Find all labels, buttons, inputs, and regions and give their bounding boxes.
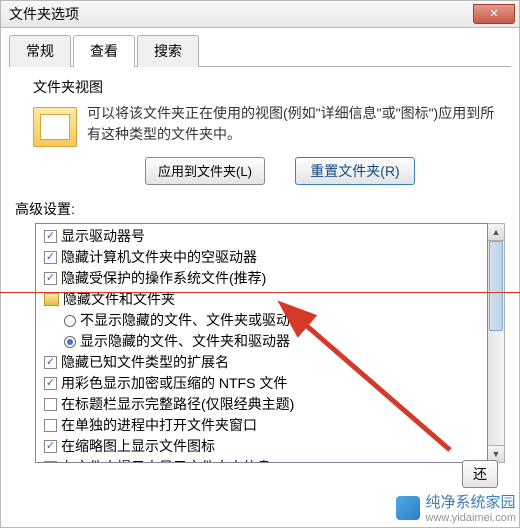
checkbox-icon[interactable] xyxy=(44,461,57,463)
tab-strip: 常规 查看 搜索 xyxy=(9,34,511,67)
folder-icon xyxy=(33,107,77,147)
tree-item-label: 显示隐藏的文件、文件夹和驱动器 xyxy=(80,331,290,352)
folder-view-row: 可以将该文件夹正在使用的视图(例如"详细信息"或"图标")应用到所有这种类型的文… xyxy=(15,103,505,147)
restore-defaults-button[interactable]: 还 xyxy=(462,460,498,488)
tree-item-label: 不显示隐藏的文件、文件夹或驱动器 xyxy=(80,310,304,331)
radio-icon[interactable] xyxy=(64,315,76,327)
scrollbar[interactable]: ▲ ▼ xyxy=(488,223,505,463)
checkbox-icon[interactable] xyxy=(44,272,57,285)
window-title: 文件夹选项 xyxy=(9,4,79,24)
scroll-thumb[interactable] xyxy=(489,241,503,331)
tree-item[interactable]: 隐藏受保护的操作系统文件(推荐) xyxy=(44,268,479,289)
titlebar: 文件夹选项 ✕ xyxy=(0,0,520,28)
tree-item-label: 隐藏受保护的操作系统文件(推荐) xyxy=(61,268,266,289)
tree-item[interactable]: 在缩略图上显示文件图标 xyxy=(44,436,479,457)
scroll-up-button[interactable]: ▲ xyxy=(488,224,504,241)
window-body: 常规 查看 搜索 文件夹视图 可以将该文件夹正在使用的视图(例如"详细信息"或"… xyxy=(0,28,520,528)
annotation-line xyxy=(0,292,520,293)
folder-icon xyxy=(44,293,59,306)
folder-view-title: 文件夹视图 xyxy=(15,77,505,97)
tree-item-label: 在缩略图上显示文件图标 xyxy=(61,436,215,457)
watermark: 纯净系统家园 www.yidaimei.com xyxy=(396,491,516,524)
tree-item[interactable]: 在文件夹提示中显示文件大小信息 xyxy=(44,457,479,463)
tab-search[interactable]: 搜索 xyxy=(137,35,199,67)
tree-item[interactable]: 显示隐藏的文件、文件夹和驱动器 xyxy=(44,331,479,352)
checkbox-icon[interactable] xyxy=(44,251,57,264)
checkbox-icon[interactable] xyxy=(44,377,57,390)
checkbox-icon[interactable] xyxy=(44,398,57,411)
advanced-settings-wrap: 显示驱动器号隐藏计算机文件夹中的空驱动器隐藏受保护的操作系统文件(推荐)隐藏文件… xyxy=(35,223,505,463)
tab-general[interactable]: 常规 xyxy=(9,35,71,67)
tree-item[interactable]: 用彩色显示加密或压缩的 NTFS 文件 xyxy=(44,373,479,394)
advanced-settings-tree[interactable]: 显示驱动器号隐藏计算机文件夹中的空驱动器隐藏受保护的操作系统文件(推荐)隐藏文件… xyxy=(35,223,488,463)
folder-view-desc: 可以将该文件夹正在使用的视图(例如"详细信息"或"图标")应用到所有这种类型的文… xyxy=(87,103,505,145)
tree-item-label: 隐藏已知文件类型的扩展名 xyxy=(61,352,229,373)
tree-item-label: 在文件夹提示中显示文件大小信息 xyxy=(61,457,271,463)
apply-to-folders-button[interactable]: 应用到文件夹(L) xyxy=(145,157,265,185)
tree-item-label: 隐藏计算机文件夹中的空驱动器 xyxy=(61,247,257,268)
tree-item[interactable]: 隐藏已知文件类型的扩展名 xyxy=(44,352,479,373)
tree-item-label: 显示驱动器号 xyxy=(61,226,145,247)
folder-view-buttons: 应用到文件夹(L) 重置文件夹(R) xyxy=(15,157,505,185)
close-button[interactable]: ✕ xyxy=(473,4,515,24)
tree-item[interactable]: 隐藏计算机文件夹中的空驱动器 xyxy=(44,247,479,268)
tab-content-view: 文件夹视图 可以将该文件夹正在使用的视图(例如"详细信息"或"图标")应用到所有… xyxy=(9,67,511,473)
advanced-settings-label: 高级设置: xyxy=(15,199,505,219)
watermark-logo-icon xyxy=(396,496,420,520)
tree-item[interactable]: 不显示隐藏的文件、文件夹或驱动器 xyxy=(44,310,479,331)
tree-item[interactable]: 在单独的进程中打开文件夹窗口 xyxy=(44,415,479,436)
tab-view[interactable]: 查看 xyxy=(73,35,135,67)
checkbox-icon[interactable] xyxy=(44,419,57,432)
scroll-track[interactable] xyxy=(488,241,504,445)
tree-item[interactable]: 在标题栏显示完整路径(仅限经典主题) xyxy=(44,394,479,415)
tree-item-label: 在标题栏显示完整路径(仅限经典主题) xyxy=(61,394,294,415)
close-icon: ✕ xyxy=(489,7,498,20)
checkbox-icon[interactable] xyxy=(44,230,57,243)
watermark-name: 纯净系统家园 xyxy=(426,491,516,512)
checkbox-icon[interactable] xyxy=(44,440,57,453)
radio-icon[interactable] xyxy=(64,336,76,348)
tree-item-label: 在单独的进程中打开文件夹窗口 xyxy=(61,415,257,436)
checkbox-icon[interactable] xyxy=(44,356,57,369)
tree-item-label: 用彩色显示加密或压缩的 NTFS 文件 xyxy=(61,373,287,394)
tree-item[interactable]: 显示驱动器号 xyxy=(44,226,479,247)
reset-folders-button[interactable]: 重置文件夹(R) xyxy=(295,157,415,185)
watermark-url: www.yidaimei.com xyxy=(426,512,516,524)
